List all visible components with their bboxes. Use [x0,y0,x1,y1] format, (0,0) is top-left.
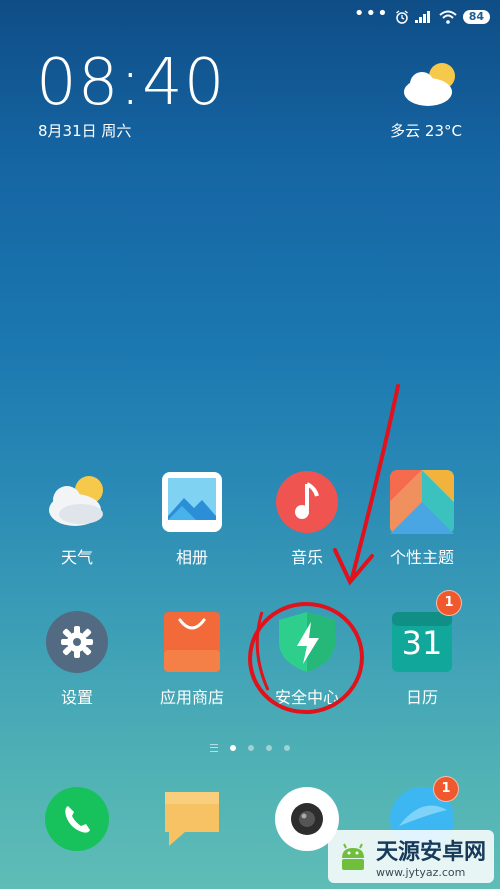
watermark: 天源安卓网 www.jytyaz.com [327,830,494,883]
app-label: 音乐 [290,548,323,567]
app-label: 安全中心 [274,688,339,707]
watermark-title: 天源安卓网 [375,840,486,865]
calendar-icon: 31 1 [390,590,462,674]
app-label: 设置 [60,688,93,707]
page-dot [248,745,254,751]
notification-badge: 1 [433,776,459,802]
app-store[interactable]: 应用商店 [137,610,247,708]
app-weather[interactable]: 天气 [22,470,132,568]
weather-text: 多云 23°C [390,122,462,140]
android-logo-icon [341,843,364,870]
gallery-icon [160,470,224,534]
app-store-icon [160,610,224,674]
phone-icon [45,787,109,851]
weather-icon[interactable] [402,60,462,108]
music-icon [275,470,339,534]
app-settings[interactable]: 设置 [22,610,132,708]
app-label: 日历 [405,688,438,707]
app-music[interactable]: 音乐 [252,470,362,568]
app-label: 应用商店 [159,688,224,707]
themes-icon [390,470,454,534]
app-label: 天气 [60,548,93,567]
app-themes[interactable]: 个性主题 [367,470,477,568]
alarm-icon [395,10,408,24]
security-center-icon [275,610,339,674]
status-bar: ••• 84 [353,3,490,28]
watermark-url: www.jytyaz.com [375,866,466,879]
app-security-center[interactable]: 安全中心 [252,610,362,708]
weather-icon [45,470,109,534]
settings-icon [45,610,109,674]
battery-indicator: 84 [462,10,490,24]
notification-dots-icon: ••• [353,3,389,24]
app-label: 相册 [175,548,208,567]
messages-icon [165,792,219,846]
app-label: 个性主题 [389,548,454,567]
page-dot [284,745,290,751]
page-dot [266,745,272,751]
dock-messages[interactable] [137,786,247,856]
page-indicator[interactable] [0,744,500,752]
date-text: 8月31日 周六 [38,122,132,140]
notification-badge: 1 [436,590,462,616]
calendar-date: 31 [401,624,443,662]
page-dot-active [230,745,236,751]
page-list-icon [210,744,218,752]
signal-icon [414,11,430,23]
wifi-icon [439,10,457,24]
app-gallery[interactable]: 相册 [137,470,247,568]
app-calendar[interactable]: 31 1 日历 [367,590,477,708]
dock-phone[interactable] [22,786,132,856]
clock-widget[interactable]: 08:40 [36,46,225,120]
